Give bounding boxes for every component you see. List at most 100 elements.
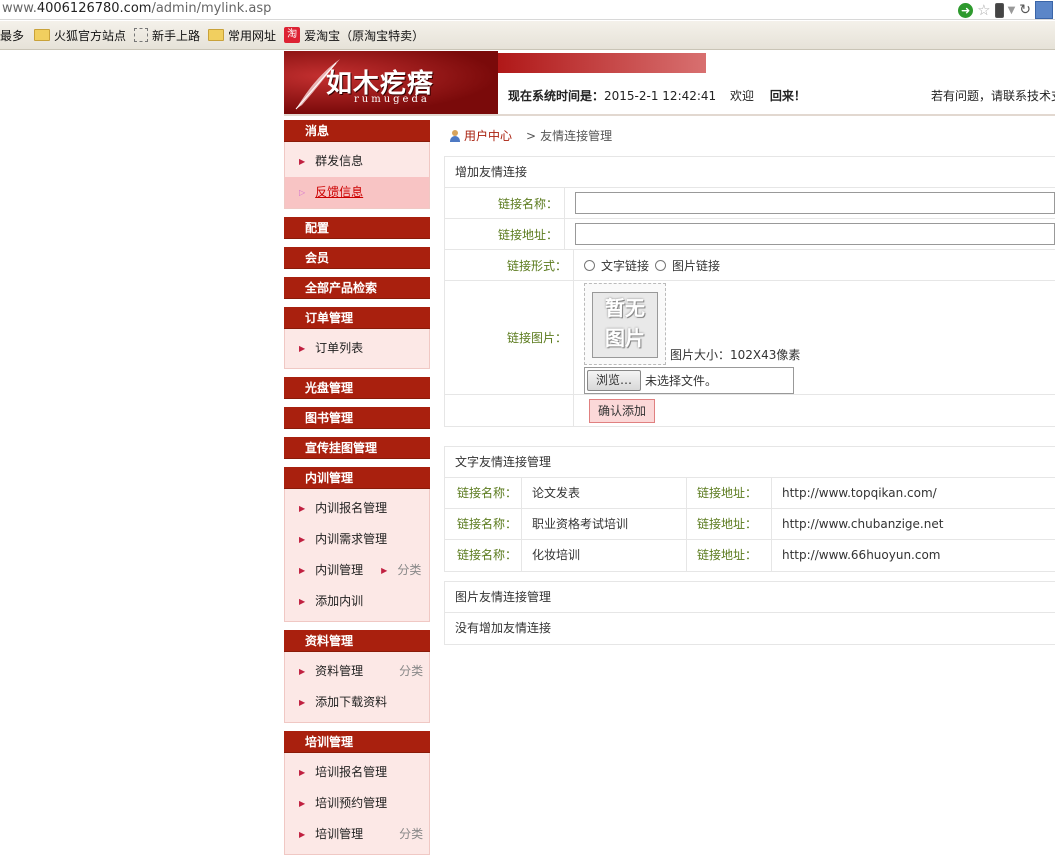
triangle-icon: ▶ [299,799,306,808]
triangle-icon: ▶ [299,597,306,606]
link-url-cell: http://www.topqikan.com/ [782,486,937,500]
triangle-icon: ▶ [299,566,306,575]
file-input[interactable]: 浏览… 未选择文件。 [584,367,794,394]
header-info: 现在系统时间是：2015-2-1 12:42:41 欢迎 回来！ [508,87,806,104]
bookmarks-toolbar: 最多 火狐官方站点 新手上路 常用网址 淘爱淘宝（原淘宝特卖） [0,21,1055,50]
breadcrumb-separator: > [526,128,537,143]
sidebar-item-order-list[interactable]: ▶ 订单列表 [285,333,429,364]
sidebar-head-training[interactable]: 培训管理 [284,731,430,753]
sidebar-head-material[interactable]: 资料管理 [284,630,430,652]
triangle-icon: ▶ [299,698,306,707]
sidebar-item-add-material[interactable]: ▶ 添加下载资料 [285,687,429,718]
triangle-icon: ▶ [299,157,306,166]
sidebar-head-internal-training[interactable]: 内训管理 [284,467,430,489]
bookmark-most-visited[interactable]: 最多 [0,27,24,44]
sidebar-head-poster[interactable]: 宣传挂图管理 [284,437,430,459]
link-name-cell: 职业资格考试培训 [522,509,687,539]
sidebar: 消息 ▶ 群发信息 ▷ 反馈信息 配置 会员 全部产品检索 订单管理 ▶ 订单列表 光… [284,120,430,863]
radio-text-link[interactable] [584,259,595,271]
link-name-cell: 论文发表 [522,478,687,508]
table-row: 链接名称： 化妆培训 链接地址： http://www.66huoyun.com [445,540,1055,571]
radio-text-link-label[interactable]: 文字链接 [601,257,649,274]
link-name-input[interactable] [575,192,1055,214]
user-icon [450,129,460,142]
sidebar-head-config[interactable]: 配置 [284,217,430,239]
site-logo[interactable]: 如木疙瘩 rumugeda [284,51,498,114]
sidebar-head-message[interactable]: 消息 [284,120,430,142]
breadcrumb-current: 友情连接管理 [540,129,613,143]
taobao-icon: 淘 [284,27,301,43]
sidebar-item-material-manage[interactable]: ▶ 资料管理 分类 [285,656,429,687]
header-strip [498,53,706,73]
table-row: 链接名称： 论文发表 链接地址： http://www.topqikan.com… [445,478,1055,509]
sidebar-item-internal-manage[interactable]: ▶ 内训管理 ▶ 分类 [285,555,429,586]
sidebar-group-message: ▶ 群发信息 ▷ 反馈信息 [284,142,430,209]
sidebar-item-training-manage[interactable]: ▶ 培训管理 分类 [285,819,429,850]
browse-button[interactable]: 浏览… [587,370,642,391]
triangle-icon: ▶ [381,566,388,575]
sidebar-item-internal-demand[interactable]: ▶ 内训需求管理 [285,524,429,555]
sidebar-item-internal-signup[interactable]: ▶ 内训报名管理 [285,493,429,524]
radio-image-link[interactable] [655,259,667,271]
sidebar-item-add-internal[interactable]: ▶ 添加内训 [285,586,429,617]
sidebar-head-member[interactable]: 会员 [284,247,430,269]
page-icon [134,28,149,42]
table-row: 链接名称： 职业资格考试培训 链接地址： http://www.chubanzi… [445,509,1055,540]
image-links-empty: 没有增加友情连接 [455,621,552,635]
bookmark-star-icon[interactable]: ☆ [977,1,990,19]
reload-icon[interactable]: ↻ [1019,2,1031,18]
link-name-cell: 化妆培训 [522,540,687,571]
sidebar-head-book[interactable]: 图书管理 [284,407,430,429]
bookmark-firefox-site[interactable]: 火狐官方站点 [34,27,126,44]
link-url-cell: http://www.66huoyun.com [782,548,941,562]
bookmark-aitaobao[interactable]: 淘爱淘宝（原淘宝特卖） [284,27,424,44]
text-links-panel: 文字友情连接管理 链接名称： 论文发表 链接地址： http://www.top… [444,446,1055,572]
radio-image-link-label[interactable]: 图片链接 [672,257,720,274]
welcome-text: 欢迎 [730,89,755,103]
link-url-label: 链接地址： [445,219,565,249]
add-link-form: 增加友情连接 链接名称： 链接地址： 链接形式： 文字链接 图片链接 链接图片：… [444,156,1055,427]
phone-icon[interactable] [994,2,1004,18]
triangle-icon: ▶ [299,830,306,839]
sidebar-item-category[interactable]: 分类 [399,819,423,850]
dropdown-arrow-icon[interactable]: ▼ [1008,5,1016,16]
triangle-icon: ▷ [299,188,306,197]
sidebar-group-order: ▶ 订单列表 [284,329,430,369]
sidebar-head-cd[interactable]: 光盘管理 [284,377,430,399]
link-type-label: 链接形式： [445,250,574,280]
add-link-title: 增加友情连接 [445,157,1055,188]
sidebar-group-material: ▶ 资料管理 分类 ▶ 添加下载资料 [284,652,430,723]
url-text[interactable]: www.4006126780.com/admin/mylink.asp [2,1,271,16]
link-url-cell: http://www.chubanzige.net [782,517,944,531]
sidebar-item-training-signup[interactable]: ▶ 培训报名管理 [285,757,429,788]
breadcrumb-home[interactable]: 用户中心 [464,127,512,144]
sidebar-item-category[interactable]: ▶ 分类 [381,555,421,586]
header-divider [284,114,1055,116]
sidebar-item-feedback[interactable]: ▷ 反馈信息 [285,177,429,208]
link-url-input[interactable] [575,223,1055,245]
address-bar[interactable]: www.4006126780.com/admin/mylink.asp ➜ ☆ … [0,0,1055,20]
sidebar-item-training-booking[interactable]: ▶ 培训预约管理 [285,788,429,819]
link-image-label: 链接图片： [445,281,574,394]
triangle-icon: ▶ [299,344,306,353]
no-image-placeholder: 暂无 图片 [584,283,666,365]
sidebar-group-training: ▶ 培训报名管理 ▶ 培训预约管理 ▶ 培训管理 分类 [284,753,430,855]
logo-subtitle: rumugeda [354,94,430,105]
triangle-icon: ▶ [299,667,306,676]
image-links-title: 图片友情连接管理 [445,582,1055,613]
no-file-text: 未选择文件。 [645,374,718,388]
confirm-add-button[interactable]: 确认添加 [589,398,656,423]
time-value: 2015-2-1 12:42:41 [604,89,717,103]
sidebar-item-mass-message[interactable]: ▶ 群发信息 [285,146,429,177]
search-engine-icon[interactable] [1035,1,1053,19]
bookmark-getting-started[interactable]: 新手上路 [134,27,200,44]
sidebar-item-category[interactable]: 分类 [399,656,423,687]
folder-icon [34,29,51,41]
sidebar-head-order[interactable]: 订单管理 [284,307,430,329]
triangle-icon: ▶ [299,504,306,513]
bookmark-common-sites[interactable]: 常用网址 [208,27,276,44]
go-icon[interactable]: ➜ [958,2,974,18]
sidebar-head-product-search[interactable]: 全部产品检索 [284,277,430,299]
triangle-icon: ▶ [299,535,306,544]
breadcrumb: 用户中心 > 友情连接管理 [450,127,612,144]
